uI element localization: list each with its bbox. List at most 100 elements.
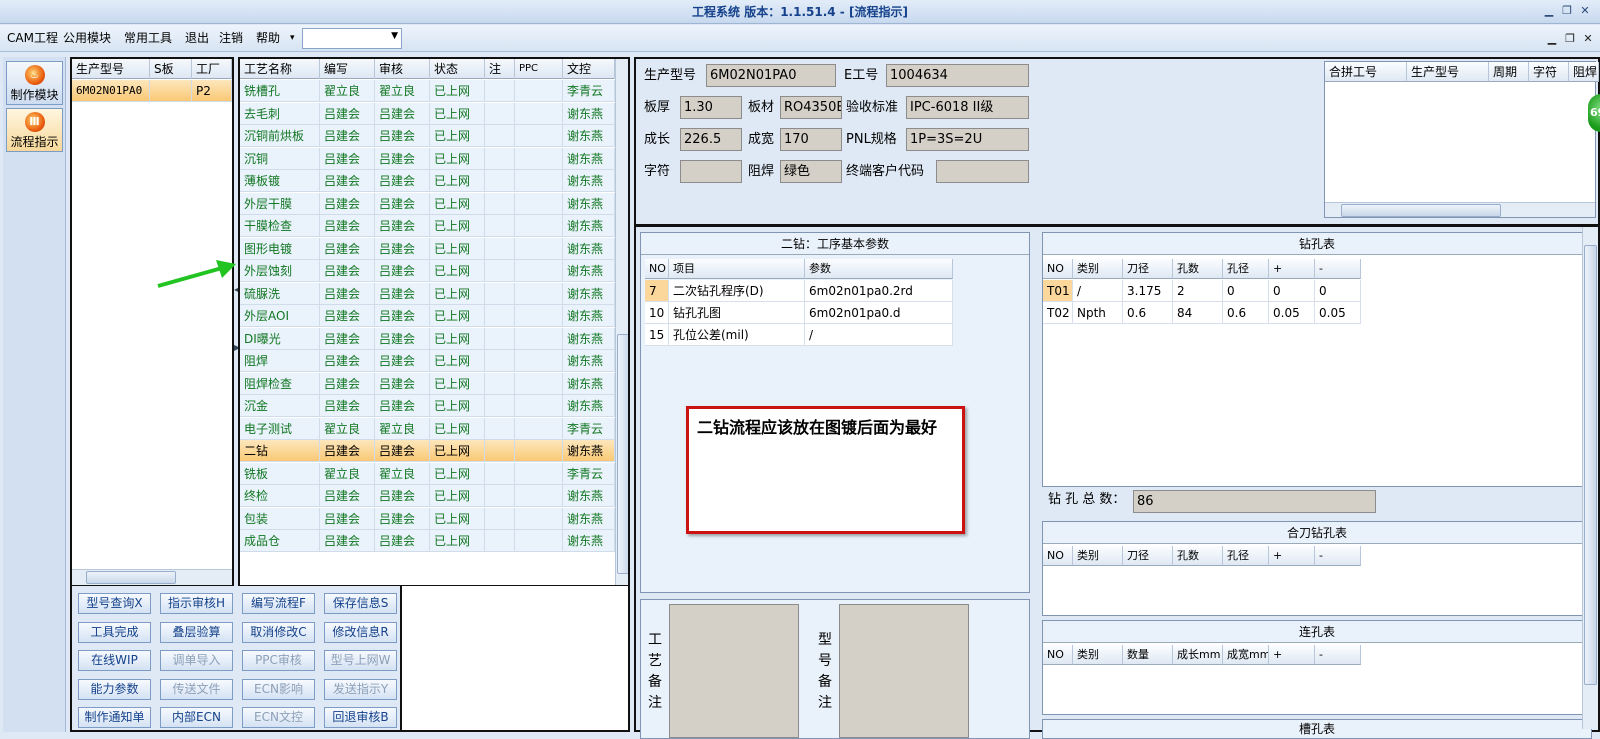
scroll-thumb[interactable] [617,334,628,574]
action-button[interactable]: 修改信息R [324,621,397,643]
column-header[interactable]: 类别 [1073,546,1123,566]
table-row[interactable]: 干膜检查 吕建会 吕建会 已上网 谢东燕 [240,215,615,237]
column-header[interactable]: 项目 [669,259,805,279]
column-header[interactable]: 参数 [805,259,953,279]
action-button[interactable]: 回退审核B [324,707,397,728]
action-button[interactable]: 制作通知单 [78,707,151,728]
action-button[interactable]: 调单导入 [160,650,233,671]
col-writer[interactable]: 编写 [320,59,375,79]
column-header[interactable]: NO [645,259,669,279]
action-button[interactable]: ECN影响 [242,678,315,700]
action-button[interactable]: 工具完成 [78,621,151,643]
table-row[interactable]: DI曝光 吕建会 吕建会 已上网 谢东燕 [240,327,615,350]
scroll-thumb[interactable] [1584,245,1597,685]
col-factory[interactable]: 工厂 [192,59,232,79]
column-header[interactable]: 成宽mm [1223,645,1269,665]
action-button[interactable]: 编写流程F [242,593,315,614]
column-header[interactable]: + [1269,645,1315,665]
table-row[interactable]: 二钻 吕建会 吕建会 已上网 谢东燕 [240,440,615,462]
col-reviewer[interactable]: 审核 [375,59,430,79]
col-note[interactable]: 注 [485,59,515,79]
table-row[interactable]: 成品仓 吕建会 吕建会 已上网 谢东燕 [240,530,615,552]
col-mask[interactable]: 阻焊 [1569,62,1599,82]
drill-total-field[interactable]: 86 [1133,490,1376,513]
col-cycle[interactable]: 周期 [1489,62,1529,82]
menu-help[interactable]: 帮助 [253,25,283,52]
table-row[interactable]: 图形电镀 吕建会 吕建会 已上网 谢东燕 [240,237,615,260]
action-button[interactable]: 指示审核H [160,593,233,614]
detail-vscroll[interactable] [1582,227,1598,729]
model-row[interactable]: 6M02N01PA0 P2 [72,80,232,102]
nav-production-module[interactable]: ♨ 制作模块 [6,61,63,105]
mdi-close-icon[interactable]: ✕ [1580,31,1596,47]
material-field[interactable]: RO4350B [780,96,842,119]
action-button[interactable]: 内部ECN [160,707,233,728]
table-row[interactable]: 阻焊检查 吕建会 吕建会 已上网 谢东燕 [240,372,615,395]
table-row[interactable]: 沉铜前烘板 吕建会 吕建会 已上网 谢东燕 [240,125,615,147]
column-header[interactable]: 刀径 [1123,259,1173,279]
process-vscroll[interactable] [615,59,628,585]
action-button[interactable]: ECN文控 [242,707,315,728]
column-header[interactable]: 孔数 [1173,259,1223,279]
action-button[interactable]: 取消修改C [242,621,315,643]
column-header[interactable]: NO [1043,645,1073,665]
scroll-thumb[interactable] [86,571,176,584]
menu-cam[interactable]: CAM工程 [4,25,61,52]
menu-exit[interactable]: 退出 [182,25,212,52]
restore-icon[interactable]: ❐ [1558,3,1576,19]
column-header[interactable]: + [1269,546,1315,566]
col-doc-control[interactable]: 文控 [563,59,615,79]
nav-flow-guide[interactable]: Ⅲ 流程指示 [6,108,63,152]
model-hscroll[interactable] [72,569,232,585]
action-button[interactable]: 传送文件 [160,678,233,700]
column-header[interactable]: 类别 [1073,259,1123,279]
column-header[interactable]: 孔数 [1173,546,1223,566]
table-row[interactable]: 外层干膜 吕建会 吕建会 已上网 谢东燕 [240,192,615,215]
table-row[interactable]: 终检 吕建会 吕建会 已上网 谢东燕 [240,485,615,507]
column-header[interactable]: - [1315,259,1361,279]
minimize-icon[interactable]: ▁ [1540,3,1558,19]
close-icon[interactable]: ✕ [1576,3,1594,19]
column-header[interactable]: - [1315,546,1361,566]
table-row[interactable]: 铣板 翟立良 翟立良 已上网 李青云 [240,462,615,485]
col-merge-model[interactable]: 生产型号 [1407,62,1489,82]
table-row[interactable]: 沉金 吕建会 吕建会 已上网 谢东燕 [240,395,615,417]
prod-model-field[interactable]: 6M02N01PA0 [706,64,836,87]
char-field[interactable] [680,160,742,183]
action-button[interactable]: 保存信息S [324,593,397,614]
table-row[interactable]: 去毛刺 吕建会 吕建会 已上网 谢东燕 [240,102,615,125]
menu-tools[interactable]: 常用工具 [121,25,175,52]
menu-logout[interactable]: 注销 [216,25,246,52]
action-button[interactable]: 叠层验算 [160,621,233,643]
pnl-field[interactable]: 1P=3S=2U [906,128,1029,151]
cust-field[interactable] [936,160,1029,183]
e-no-field[interactable]: 1004634 [886,64,1029,87]
table-row[interactable]: 沉铜 吕建会 吕建会 已上网 谢东燕 [240,147,615,170]
col-ppc[interactable]: PPC [515,59,563,79]
table-row[interactable]: 外层AOI 吕建会 吕建会 已上网 谢东燕 [240,305,615,327]
column-header[interactable]: 数量 [1123,645,1173,665]
column-header[interactable]: - [1315,645,1361,665]
menu-combo[interactable]: ▼ [302,28,402,49]
action-button[interactable]: 型号查询X [78,593,151,614]
column-header[interactable]: 孔径 [1223,259,1269,279]
table-row[interactable]: 阻焊 吕建会 吕建会 已上网 谢东燕 [240,350,615,372]
column-header[interactable]: NO [1043,546,1073,566]
col-process-name[interactable]: 工艺名称 [240,59,320,79]
action-button[interactable]: 在线WIP [78,650,151,671]
table-row[interactable]: 薄板镀 吕建会 吕建会 已上网 谢东燕 [240,170,615,192]
column-header[interactable]: NO [1043,259,1073,279]
action-button[interactable]: 能力参数 [78,678,151,700]
col-status[interactable]: 状态 [430,59,485,79]
process-remark-box[interactable] [669,604,799,738]
table-row[interactable]: 硫脲洗 吕建会 吕建会 已上网 谢东燕 [240,282,615,305]
table-row[interactable]: 铣槽孔 翟立良 翟立良 已上网 李青云 [240,80,615,102]
column-header[interactable]: + [1269,259,1315,279]
col-merge-no[interactable]: 合拼工号 [1325,62,1407,82]
col-prod-model[interactable]: 生产型号 [72,59,150,79]
table-row[interactable]: 外层蚀刻 吕建会 吕建会 已上网 谢东燕 [240,260,615,282]
col-s-board[interactable]: S板 [150,59,192,79]
action-button[interactable]: PPC审核 [242,650,315,671]
col-char[interactable]: 字符 [1529,62,1569,82]
action-button[interactable]: 发送指示Y [324,678,397,700]
